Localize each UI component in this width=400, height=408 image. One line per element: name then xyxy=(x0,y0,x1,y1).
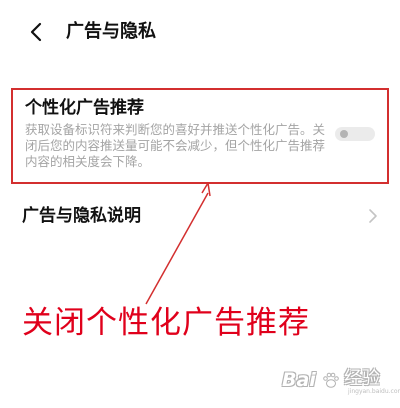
watermark-url: jingyan.baidu.com xyxy=(348,388,400,395)
menu-item-label: 广告与隐私说明 xyxy=(22,206,141,226)
toggle-knob xyxy=(340,130,348,138)
back-button[interactable] xyxy=(24,17,52,47)
top-bar: 广告与隐私 xyxy=(0,0,400,70)
personalized-ads-setting: 个性化广告推荐 获取设备标识符来判断您的喜好并推送个性化广告。关闭后您的内容推送… xyxy=(11,88,389,184)
chevron-left-icon xyxy=(30,22,42,42)
baidu-paw-icon xyxy=(323,372,339,388)
personalized-ads-toggle[interactable] xyxy=(335,127,375,141)
baidu-jingyan-watermark: Bai 经验 jingyan.baidu.com xyxy=(282,361,400,397)
watermark-text: 经验 xyxy=(344,368,380,389)
page-title: 广告与隐私 xyxy=(66,21,156,42)
menu-item-ads-privacy-info[interactable]: 广告与隐私说明 xyxy=(0,196,400,236)
watermark-brand: Bai xyxy=(282,369,316,391)
annotation-caption: 关闭个性化广告推荐 xyxy=(22,305,310,341)
setting-title: 个性化广告推荐 xyxy=(25,98,144,118)
setting-description: 获取设备标识符来判断您的喜好并推送个性化广告。关闭后您的内容推送量可能不会减少，… xyxy=(25,122,326,169)
chevron-right-icon xyxy=(367,206,379,226)
